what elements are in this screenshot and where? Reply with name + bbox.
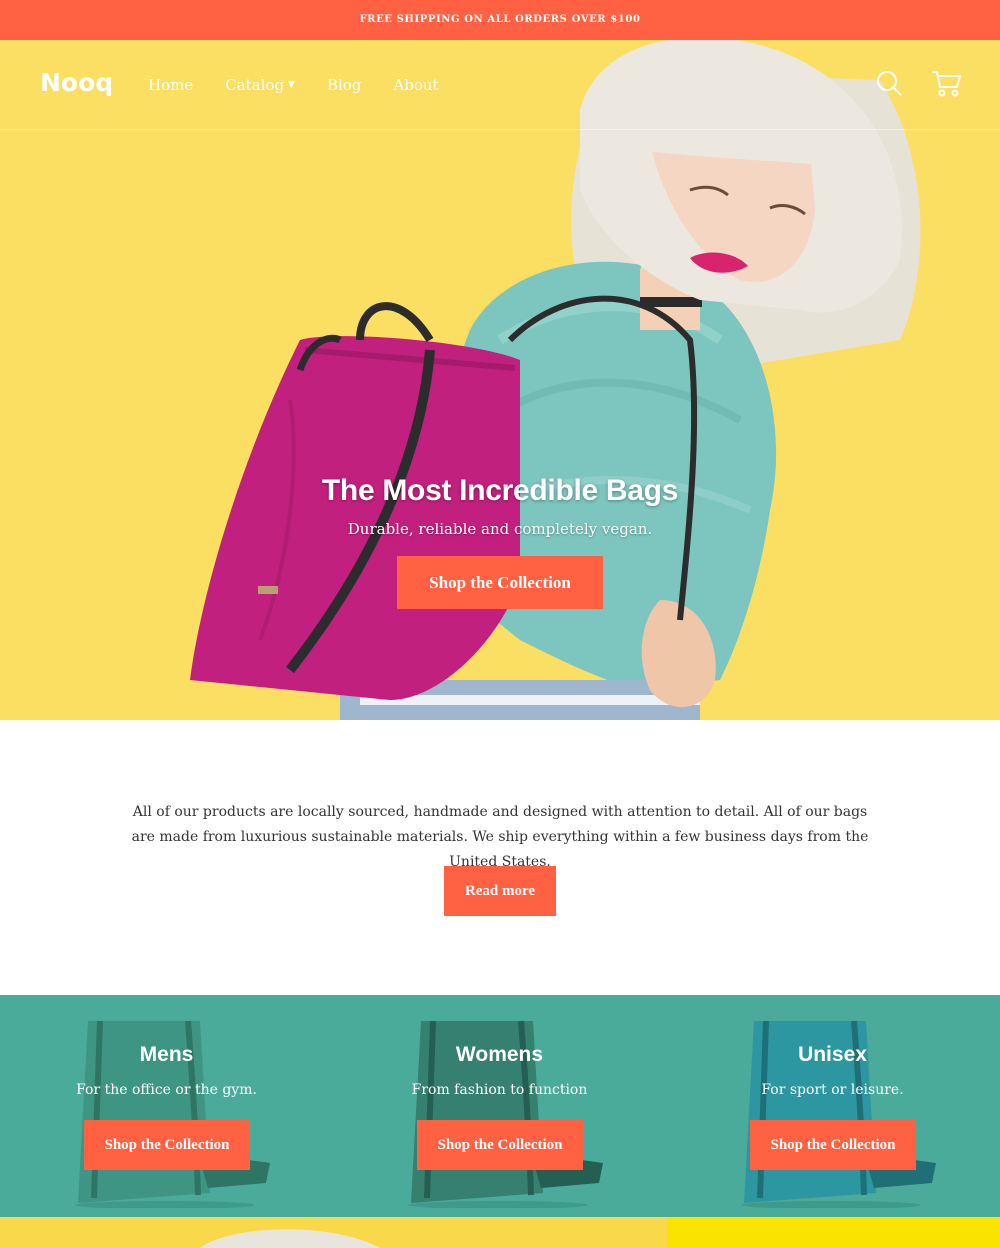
main-nav: Home Catalog ▼ Blog About <box>148 76 471 94</box>
collection-unisex-button[interactable]: Shop the Collection <box>750 1120 916 1170</box>
nav-blog-label: Blog <box>326 76 362 94</box>
cart-icon[interactable] <box>930 68 962 102</box>
collection-womens-subtitle: From fashion to function <box>411 1082 588 1098</box>
collection-mens-title: Mens <box>139 1043 194 1066</box>
collection-womens: Womens From fashion to function Shop the… <box>333 995 666 1217</box>
hero-shop-button[interactable]: Shop the Collection <box>397 556 603 609</box>
site-header: Nooq Home Catalog ▼ Blog About <box>0 40 1000 130</box>
collection-womens-title: Womens <box>455 1043 544 1066</box>
collection-unisex-subtitle: For sport or leisure. <box>761 1082 904 1098</box>
nav-about-label: About <box>393 76 439 94</box>
about-section: All of our products are locally sourced,… <box>0 720 1000 995</box>
collection-womens-button[interactable]: Shop the Collection <box>417 1120 583 1170</box>
about-text: All of our products are locally sourced,… <box>131 804 869 870</box>
hero-image <box>190 40 921 720</box>
nav-home-label: Home <box>148 76 194 94</box>
site-logo[interactable]: Nooq <box>40 68 113 97</box>
collection-unisex-title: Unisex <box>798 1043 867 1066</box>
collection-mens: Mens For the office or the gym. Shop the… <box>0 995 333 1217</box>
collection-mens-subtitle: For the office or the gym. <box>76 1082 257 1098</box>
collection-mens-button[interactable]: Shop the Collection <box>84 1120 250 1170</box>
hero-content: The Most Incredible Bags Durable, reliab… <box>0 474 1000 609</box>
chevron-down-icon: ▼ <box>288 80 295 90</box>
collections-section: Mens For the office or the gym. Shop the… <box>0 995 1000 1217</box>
nav-about[interactable]: About <box>393 76 438 94</box>
nav-blog[interactable]: Blog <box>327 76 361 94</box>
hero-subtitle: Durable, reliable and completely vegan. <box>347 520 653 538</box>
hero-title: The Most Incredible Bags <box>321 474 679 507</box>
hero-banner <box>0 40 1000 720</box>
nav-home[interactable]: Home <box>148 76 193 94</box>
nav-catalog[interactable]: Catalog ▼ <box>225 76 295 94</box>
announcement-text: FREE SHIPPING ON ALL ORDERS OVER $100 <box>359 14 641 25</box>
collection-unisex: Unisex For sport or leisure. Shop the Co… <box>666 995 999 1217</box>
announcement-bar: FREE SHIPPING ON ALL ORDERS OVER $100 <box>0 0 1000 40</box>
nav-catalog-label: Catalog <box>225 76 285 94</box>
read-more-button[interactable]: Read more <box>444 866 556 916</box>
search-icon[interactable] <box>874 68 904 102</box>
next-section-preview <box>0 1217 1000 1248</box>
